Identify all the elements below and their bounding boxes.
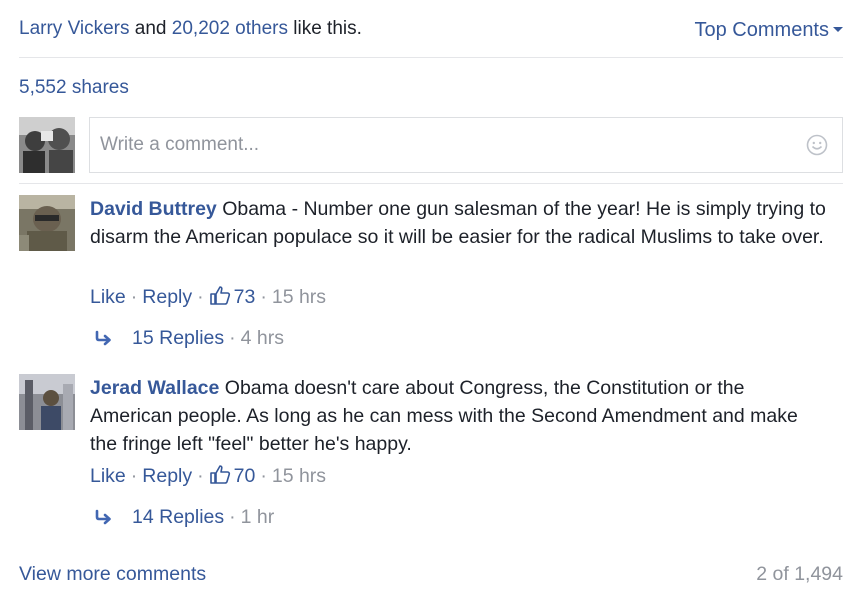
likes-suffix: like this.: [293, 18, 362, 39]
comment-input-placeholder: Write a comment...: [100, 134, 260, 155]
comment-timestamp[interactable]: 15 hrs: [272, 286, 326, 308]
top-comments-label: Top Comments: [694, 19, 830, 41]
replies-count: 15 Replies: [132, 327, 225, 349]
separator-dot: ·: [260, 465, 267, 487]
comments-count: 2 of 1,494: [756, 563, 843, 585]
likes-and-text: and: [134, 18, 167, 39]
view-replies-link[interactable]: 14 Replies · 1 hr: [94, 505, 274, 529]
comments-footer: View more comments 2 of 1,494: [19, 562, 843, 586]
like-button[interactable]: Like: [90, 465, 126, 487]
like-button[interactable]: Like: [90, 286, 126, 308]
liker-name-link[interactable]: Larry Vickers: [19, 18, 130, 39]
replies-count: 14 Replies: [132, 506, 225, 528]
like-count-link[interactable]: 70: [209, 465, 256, 487]
separator-dot: ·: [197, 465, 204, 487]
separator-dot: ·: [260, 286, 267, 308]
replies-timestamp: 4 hrs: [240, 327, 284, 349]
reply-arrow-icon: [95, 330, 111, 346]
comment-author-link[interactable]: Jerad Wallace: [90, 377, 219, 399]
top-comments-dropdown[interactable]: Top Comments: [694, 18, 843, 42]
comment-input[interactable]: Write a comment...: [89, 117, 843, 173]
view-replies-link[interactable]: 15 Replies · 4 hrs: [94, 326, 284, 350]
reply-button[interactable]: Reply: [142, 465, 192, 487]
reply-arrow-icon: [95, 509, 111, 525]
shares-link[interactable]: 5,552 shares: [19, 76, 129, 100]
comment-body: Jerad Wallace Obama doesn't care about C…: [90, 374, 830, 458]
comment-author-avatar[interactable]: [19, 374, 75, 430]
separator-dot: ·: [130, 286, 138, 308]
like-count-link[interactable]: 73: [209, 286, 256, 308]
comment-author-link[interactable]: David Buttrey: [90, 198, 217, 220]
emoji-smiley-icon[interactable]: [806, 134, 828, 156]
replies-timestamp: 1 hr: [240, 506, 275, 528]
comment-body: David Buttrey Obama - Number one gun sal…: [90, 195, 830, 251]
comment-timestamp[interactable]: 15 hrs: [272, 465, 326, 487]
divider: [19, 57, 843, 58]
caret-down-icon: [833, 26, 843, 32]
comment-actions: Like · Reply · 70 · 15 hrs: [90, 463, 326, 488]
comment-author-avatar[interactable]: [19, 195, 75, 251]
separator-dot: ·: [229, 506, 236, 528]
like-count: 73: [233, 286, 256, 308]
like-count: 70: [233, 465, 256, 487]
separator-dot: ·: [197, 286, 204, 308]
thumbs-up-icon: [209, 465, 230, 484]
view-more-comments-link[interactable]: View more comments: [19, 563, 206, 585]
reply-button[interactable]: Reply: [142, 286, 192, 308]
thumbs-up-icon: [209, 286, 230, 305]
divider: [19, 183, 843, 184]
current-user-avatar: [19, 117, 75, 173]
comment-actions: Like · Reply · 73 · 15 hrs: [90, 284, 326, 309]
separator-dot: ·: [130, 465, 138, 487]
likes-others-link[interactable]: 20,202 others: [172, 18, 288, 39]
separator-dot: ·: [229, 327, 236, 349]
likes-summary: Larry Vickers and 20,202 others like thi…: [19, 17, 843, 41]
